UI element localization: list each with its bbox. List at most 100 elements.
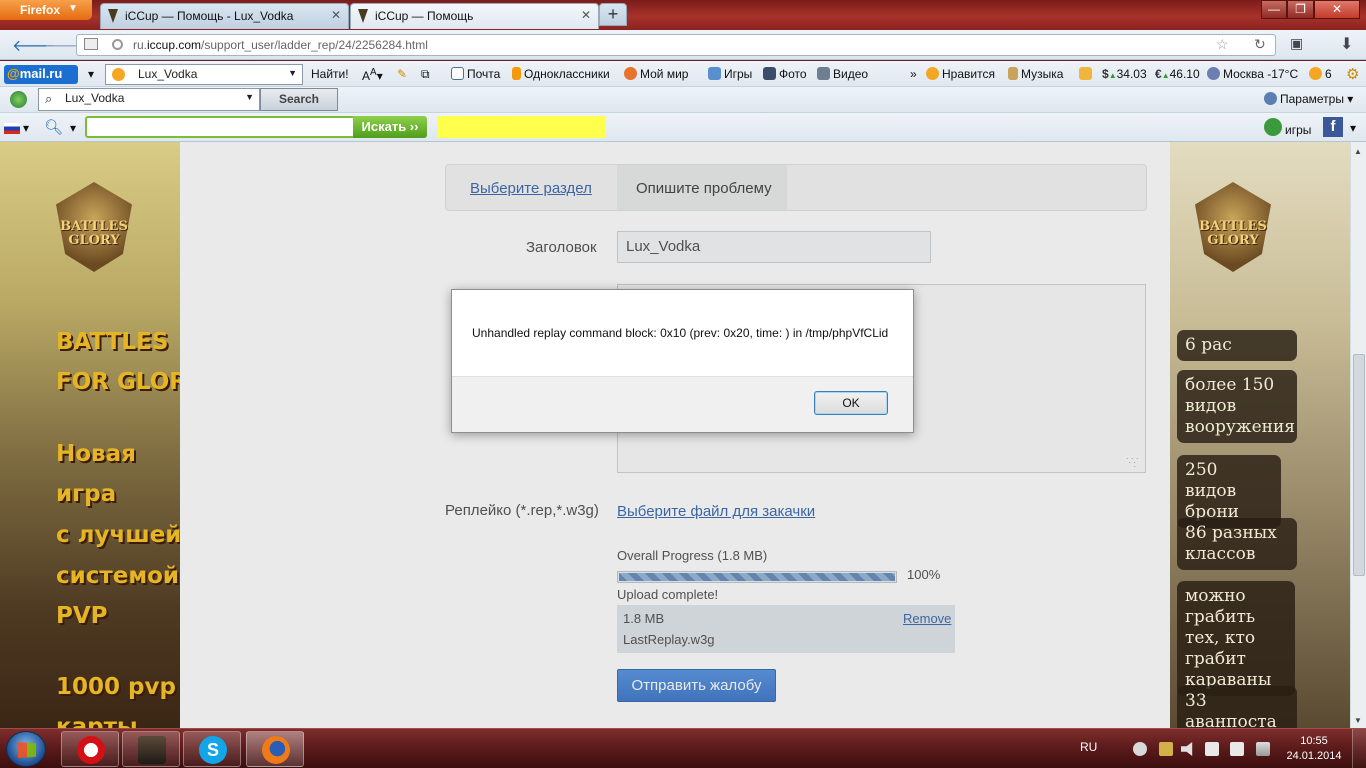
toolbar-link-like[interactable]: Нравится <box>926 67 995 81</box>
ok-button[interactable]: OK <box>814 391 888 415</box>
bookmarks-icon[interactable]: ▣ <box>1290 35 1303 52</box>
ad-text: FOR GLORY <box>56 369 180 395</box>
new-tab-button[interactable]: + <box>599 3 627 26</box>
chevron-down-icon[interactable]: ▾ <box>88 67 94 81</box>
mail-counter[interactable]: 6 <box>1309 67 1332 81</box>
search-input[interactable]: ⌕ Lux_Vodka ▼ <box>38 88 260 111</box>
ad-text: системой <box>56 563 180 589</box>
scroll-down-icon[interactable]: ▼ <box>1354 716 1362 725</box>
search-icon: ⌕ <box>45 91 53 106</box>
user-combo[interactable]: Lux_Vodka ▼ <box>105 64 303 85</box>
tray-game-icon[interactable] <box>1159 742 1173 756</box>
find-button[interactable]: Найти! <box>311 67 349 81</box>
ad-badge: 86 разных классов <box>1177 518 1297 570</box>
font-size-icon[interactable]: AA▾ <box>362 67 383 83</box>
toolbar-link-photo[interactable]: Фото <box>763 67 807 81</box>
close-icon[interactable]: ✕ <box>331 8 341 22</box>
bookmark-star-icon[interactable]: ☆ <box>1216 36 1229 53</box>
dialog-message: Unhandled replay command block: 0x10 (pr… <box>472 326 889 340</box>
mail-search-button[interactable]: Искать ›› <box>353 116 427 138</box>
gear-icon[interactable]: ⚙ <box>1346 65 1359 83</box>
chevron-down-icon[interactable]: ▾ <box>70 121 76 135</box>
download-icon[interactable]: ⬇ <box>1340 34 1353 54</box>
eur-rate[interactable]: €▲46.10 <box>1155 67 1200 81</box>
toolbar-overflow-button[interactable]: » <box>910 67 917 81</box>
search-button[interactable]: Search <box>260 88 338 111</box>
parameters-button[interactable]: Параметры ▾ <box>1264 92 1353 106</box>
taskbar-skype[interactable]: S <box>183 731 241 767</box>
ad-text: с лучшей <box>56 522 180 548</box>
address-bar[interactable]: ru.iccup.com/support_user/ladder_rep/24/… <box>76 34 1276 56</box>
chevron-down-icon[interactable]: ▾ <box>1350 121 1356 135</box>
mail-search-input[interactable] <box>85 116 355 138</box>
toolbar-link-music[interactable]: Музыка <box>1008 67 1063 81</box>
close-window-button[interactable]: ✕ <box>1314 0 1360 19</box>
usd-rate[interactable]: $▲34.03 <box>1102 67 1147 81</box>
chevron-down-icon: ▼ <box>288 68 297 78</box>
url-prefix: ru. <box>133 38 148 52</box>
scroll-thumb[interactable] <box>1353 354 1365 576</box>
tray-app-icon[interactable] <box>1133 742 1147 756</box>
key-icon <box>112 68 125 81</box>
like-icon <box>926 67 939 80</box>
taskbar-firefox[interactable] <box>246 731 304 767</box>
scroll-up-icon[interactable]: ▲ <box>1354 147 1362 156</box>
show-desktop-button[interactable] <box>1352 729 1366 768</box>
scrollbar[interactable]: ▲ ▼ <box>1350 142 1366 728</box>
opera-icon <box>77 736 105 764</box>
toolbar-link-mail[interactable]: Почта <box>451 67 500 81</box>
minimize-button[interactable]: — <box>1261 0 1287 19</box>
facebook-icon[interactable]: f <box>1323 117 1343 137</box>
volume-icon[interactable] <box>1181 742 1193 756</box>
clock[interactable]: 10:55 24.01.2014 <box>1286 734 1342 764</box>
ad-text: Новая <box>56 441 136 467</box>
tab-help-lux-vodka[interactable]: iCCup — Помощь - Lux_Vodka ✕ <box>100 3 349 29</box>
reload-icon[interactable]: ↻ <box>1254 36 1266 53</box>
weather-widget[interactable]: Москва -17°C <box>1207 67 1298 81</box>
globe-icon[interactable] <box>10 91 30 109</box>
chevron-down-icon: ▼ <box>245 92 254 102</box>
music-icon <box>1008 67 1018 80</box>
maximize-button[interactable]: ❐ <box>1287 0 1314 19</box>
games-icon <box>708 67 721 80</box>
tab-title: iCCup — Помощь - Lux_Vodka <box>125 9 294 23</box>
ad-text: PVP <box>56 603 108 629</box>
skype-icon: S <box>199 736 227 764</box>
highlight-icon[interactable]: ✎ <box>397 67 407 81</box>
taskbar-opera[interactable] <box>61 731 119 767</box>
mailru-toolbar: @mail.ru ▾ Lux_Vodka ▼ Найти! AA▾ ✎ ⧉ По… <box>0 61 1366 87</box>
battles-for-glory-logo: BATTLES GLORY <box>46 172 142 282</box>
network-icon[interactable] <box>1230 742 1244 756</box>
mailru-logo[interactable]: @mail.ru <box>4 65 78 84</box>
close-icon[interactable]: ✕ <box>581 8 591 22</box>
highlight-field[interactable] <box>437 116 606 138</box>
start-button[interactable] <box>6 731 46 767</box>
warcraft-icon <box>138 736 166 764</box>
battery-icon[interactable] <box>1256 742 1270 756</box>
toolbar-link-video[interactable]: Видео <box>817 67 868 81</box>
toolbar-link-odnoklassniki[interactable]: Одноклассники <box>512 67 610 81</box>
toolbar-notes-icon[interactable] <box>1079 67 1095 81</box>
dialog-footer: OK <box>452 376 913 432</box>
notes-icon <box>1079 67 1092 80</box>
site-identity-icon[interactable] <box>84 38 98 50</box>
screenshot-icon[interactable]: ⧉ <box>421 67 430 82</box>
alert-dialog: Unhandled replay command block: 0x10 (pr… <box>451 289 914 433</box>
firefox-menu-label: Firefox <box>20 3 61 17</box>
language-indicator[interactable]: RU <box>1080 740 1097 754</box>
my-world-icon <box>624 67 637 80</box>
toolbar-link-games[interactable]: Игры <box>708 67 752 81</box>
search-input-value: Lux_Vodka <box>65 91 125 105</box>
tab-help[interactable]: iCCup — Помощь ✕ <box>350 3 599 29</box>
firefox-menu-button[interactable]: Firefox ▼ <box>0 0 92 20</box>
modal-backdrop <box>180 142 1170 728</box>
iccup-favicon-icon <box>358 9 368 23</box>
search-options-icon[interactable]: 🔍︎ <box>44 118 63 136</box>
russia-flag-icon[interactable]: ▾ <box>4 121 29 135</box>
tray-device-icon[interactable] <box>1205 742 1219 756</box>
globe-icon <box>112 39 123 50</box>
taskbar-warcraft[interactable] <box>122 731 180 767</box>
toolbar-link-my-world[interactable]: Мой мир <box>624 67 688 81</box>
games-link[interactable]: игры <box>1264 118 1311 137</box>
ad-banner-left[interactable]: BATTLESGLORY BATTLES FOR GLORY Новая игр… <box>0 142 180 728</box>
